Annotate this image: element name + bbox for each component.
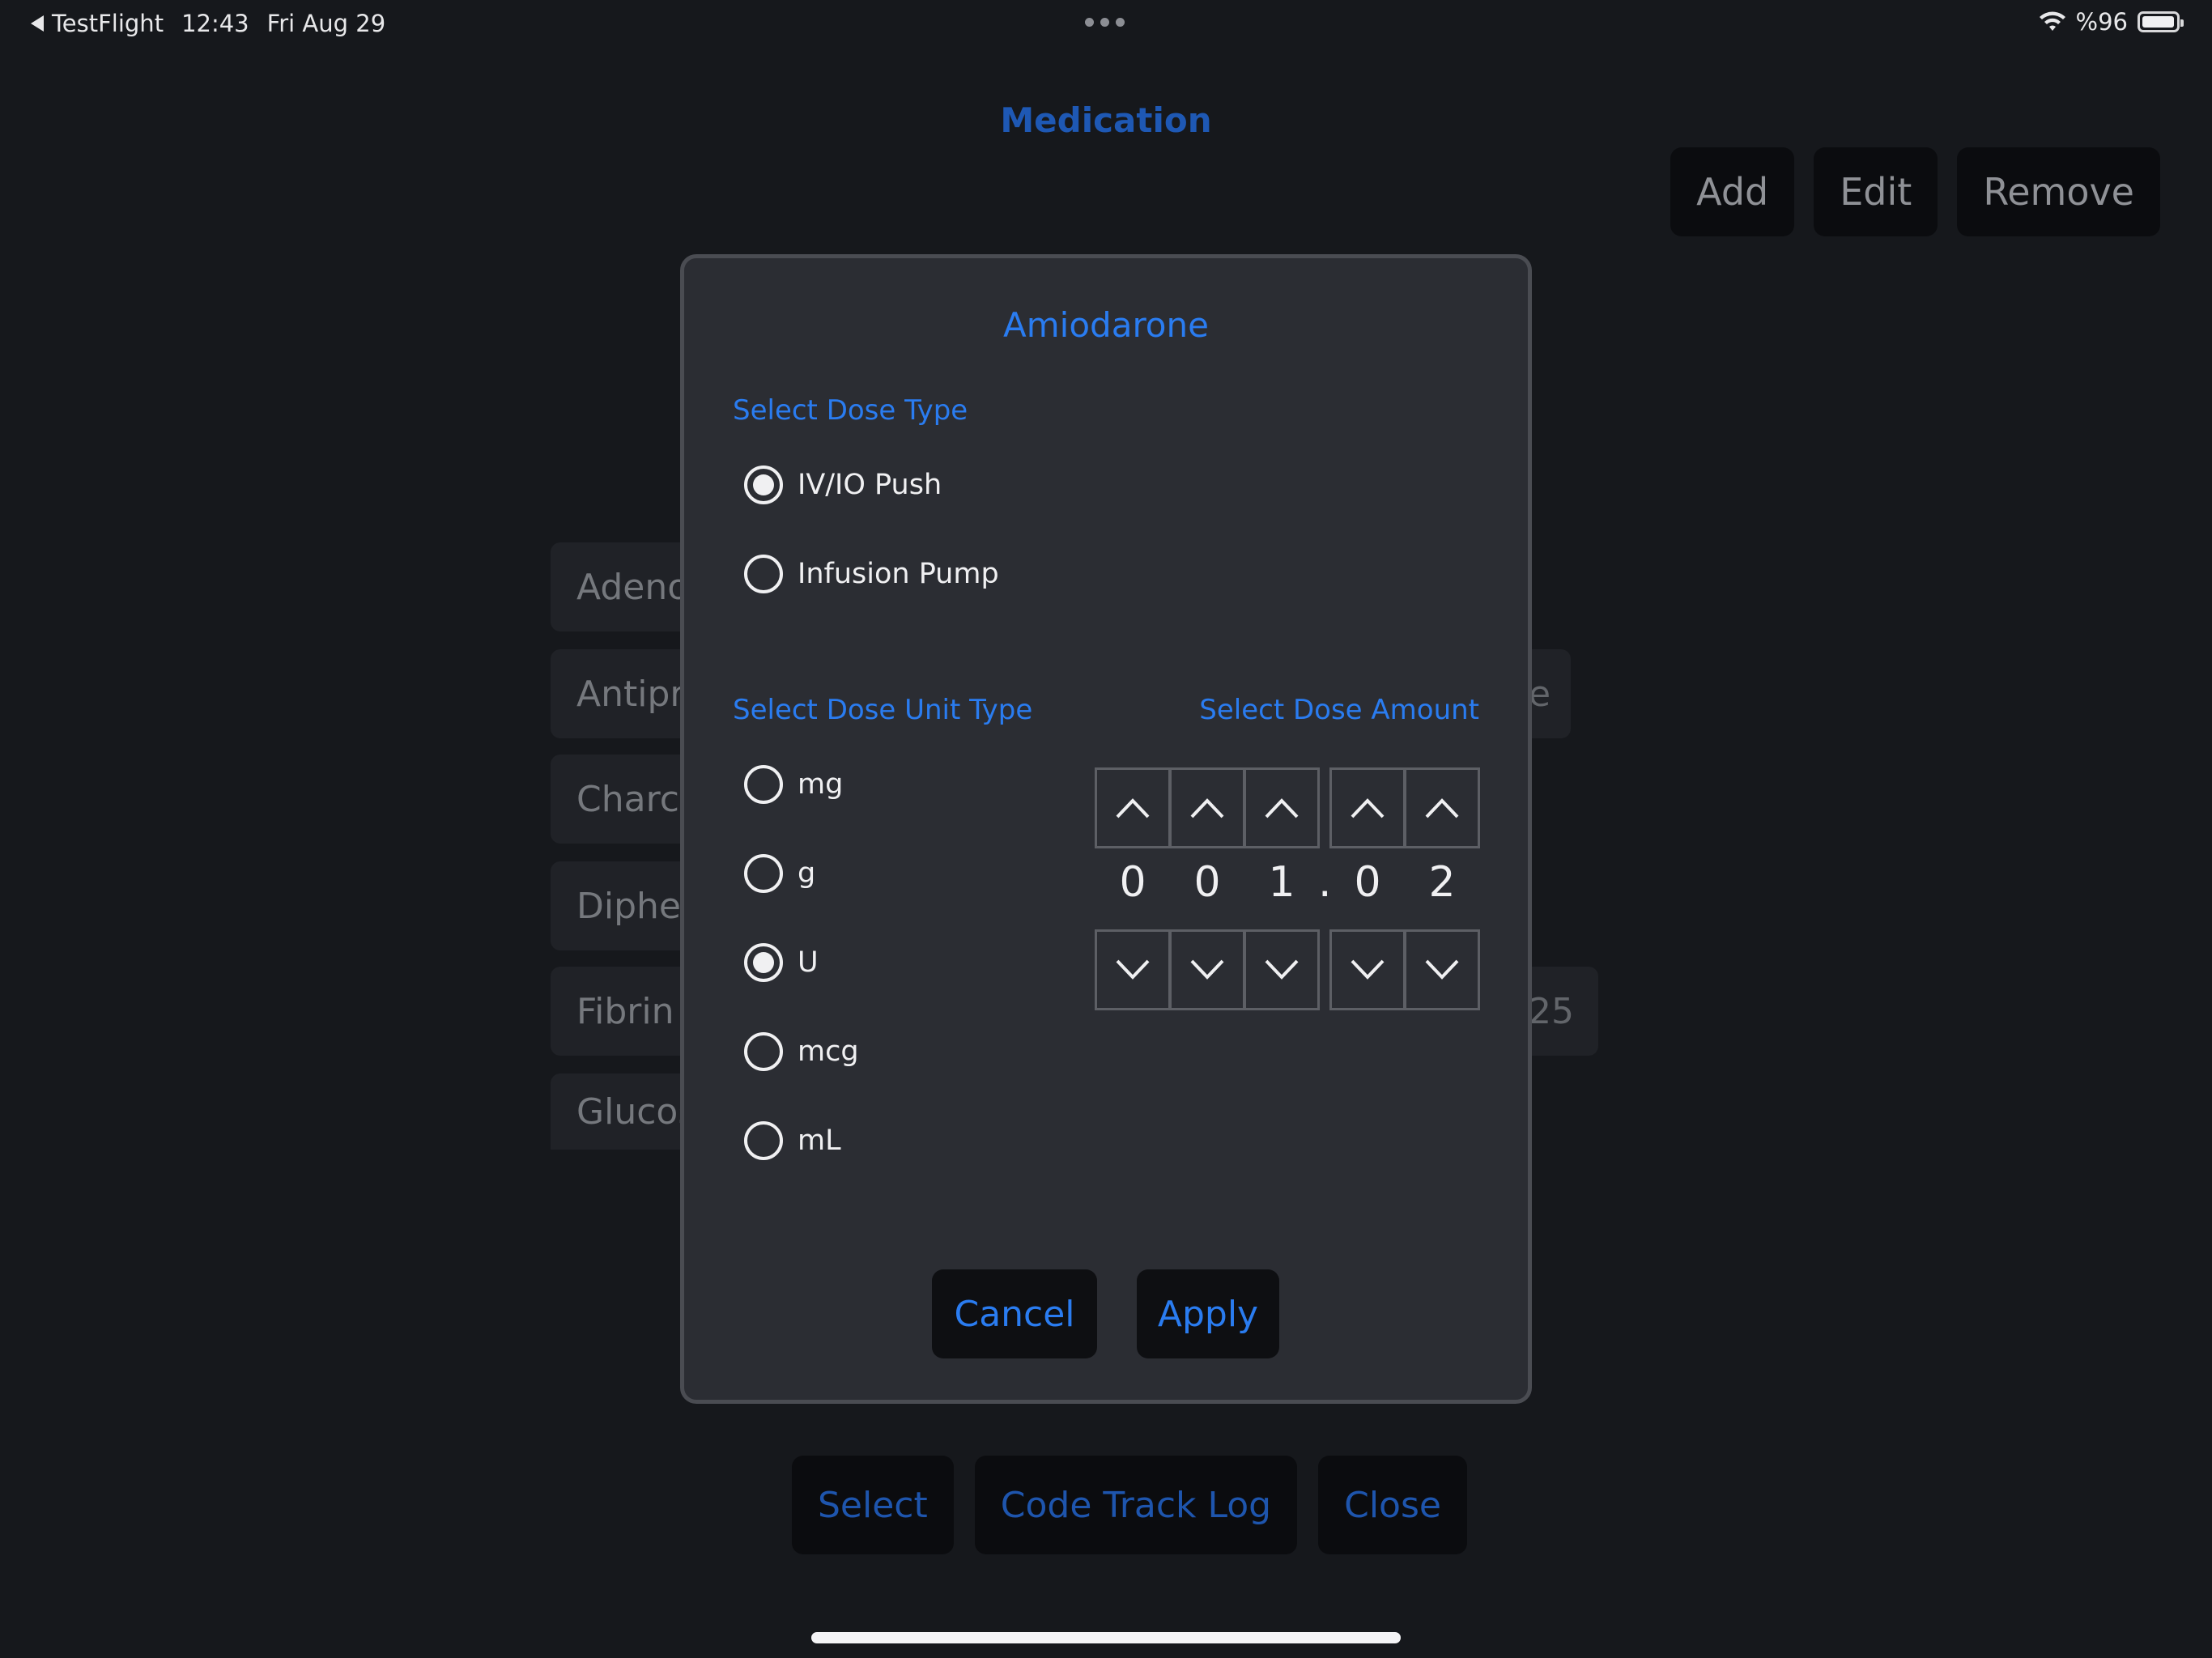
- edit-button[interactable]: Edit: [1814, 147, 1938, 236]
- multitasking-dots-icon[interactable]: [1085, 18, 1125, 27]
- bottom-toolbar: Select Code Track Log Close: [792, 1456, 1467, 1554]
- radio-unselected-icon[interactable]: [744, 1121, 783, 1160]
- radio-infusion-pump[interactable]: Infusion Pump: [744, 555, 999, 593]
- dose-digit: 0: [1354, 858, 1381, 907]
- chevron-down-icon: [1190, 959, 1224, 980]
- chevron-down-icon: [1351, 959, 1385, 980]
- top-toolbar: Add Edit Remove: [1670, 147, 2160, 236]
- increment-digit-2[interactable]: [1169, 767, 1245, 848]
- home-indicator[interactable]: [811, 1632, 1401, 1643]
- radio-iv-io-push[interactable]: IV/IO Push: [744, 466, 942, 504]
- screen: TestFlight 12:43 Fri Aug 29 %96 Medicati…: [0, 0, 2212, 1658]
- battery-percent: %96: [2075, 8, 2128, 36]
- chevron-up-icon: [1116, 798, 1150, 818]
- decrement-digit-3[interactable]: [1244, 929, 1320, 1010]
- status-time: 12:43: [181, 10, 249, 37]
- chevron-down-icon: [1116, 959, 1150, 980]
- close-button[interactable]: Close: [1318, 1456, 1467, 1554]
- radio-unit-u[interactable]: U: [744, 943, 819, 982]
- code-track-log-button[interactable]: Code Track Log: [974, 1456, 1298, 1554]
- radio-label: mg: [798, 768, 844, 801]
- radio-label: mL: [798, 1124, 841, 1157]
- chevron-up-icon: [1351, 798, 1385, 818]
- radio-unselected-icon[interactable]: [744, 765, 783, 804]
- remove-button[interactable]: Remove: [1957, 147, 2160, 236]
- radio-label: U: [798, 946, 819, 979]
- unit-type-label: Select Dose Unit Type: [733, 694, 1033, 726]
- dose-digit: 1: [1268, 858, 1295, 907]
- dose-digit: 2: [1428, 858, 1456, 907]
- radio-label: mcg: [798, 1035, 859, 1068]
- dose-amount-label: Select Dose Amount: [1199, 694, 1479, 726]
- chevron-down-icon: [1265, 959, 1299, 980]
- radio-unit-mcg[interactable]: mcg: [744, 1032, 859, 1071]
- back-arrow-icon[interactable]: [31, 15, 44, 32]
- decrement-digit-5[interactable]: [1404, 929, 1480, 1010]
- status-date: Fri Aug 29: [266, 10, 386, 37]
- radio-unit-ml[interactable]: mL: [744, 1121, 841, 1160]
- increment-digit-3[interactable]: [1244, 767, 1320, 848]
- wifi-icon: [2039, 11, 2065, 31]
- dose-type-label: Select Dose Type: [733, 394, 968, 427]
- status-left: TestFlight 12:43 Fri Aug 29: [31, 10, 385, 37]
- dose-digit: 0: [1119, 858, 1146, 907]
- cancel-button[interactable]: Cancel: [932, 1269, 1097, 1358]
- decrement-digit-4[interactable]: [1329, 929, 1406, 1010]
- select-button[interactable]: Select: [792, 1456, 954, 1554]
- radio-label: Infusion Pump: [798, 558, 999, 590]
- radio-label: g: [798, 857, 816, 890]
- chevron-up-icon: [1425, 798, 1459, 818]
- status-right: %96: [2039, 8, 2184, 36]
- back-app-label[interactable]: TestFlight: [52, 10, 164, 37]
- list-item-fragment[interactable]: 25: [1522, 967, 1598, 1056]
- radio-selected-icon[interactable]: [744, 943, 783, 982]
- radio-label: IV/IO Push: [798, 469, 942, 501]
- dose-digit: 0: [1193, 858, 1221, 907]
- chevron-up-icon: [1265, 798, 1299, 818]
- increment-digit-5[interactable]: [1404, 767, 1480, 848]
- page-title: Medication: [1000, 100, 1212, 140]
- add-button[interactable]: Add: [1670, 147, 1795, 236]
- radio-unselected-icon[interactable]: [744, 854, 783, 893]
- dialog-title: Amiodarone: [1003, 305, 1209, 345]
- increment-digit-4[interactable]: [1329, 767, 1406, 848]
- radio-unit-g[interactable]: g: [744, 854, 815, 893]
- apply-button[interactable]: Apply: [1137, 1269, 1279, 1358]
- status-bar: TestFlight 12:43 Fri Aug 29 %96: [0, 0, 2212, 52]
- decrement-digit-1[interactable]: [1095, 929, 1171, 1010]
- radio-selected-icon[interactable]: [744, 466, 783, 504]
- increment-digit-1[interactable]: [1095, 767, 1171, 848]
- radio-unselected-icon[interactable]: [744, 1032, 783, 1071]
- radio-unselected-icon[interactable]: [744, 555, 783, 593]
- radio-unit-mg[interactable]: mg: [744, 765, 843, 804]
- decrement-digit-2[interactable]: [1169, 929, 1245, 1010]
- battery-icon: [2138, 11, 2184, 32]
- chevron-down-icon: [1425, 959, 1459, 980]
- chevron-up-icon: [1190, 798, 1224, 818]
